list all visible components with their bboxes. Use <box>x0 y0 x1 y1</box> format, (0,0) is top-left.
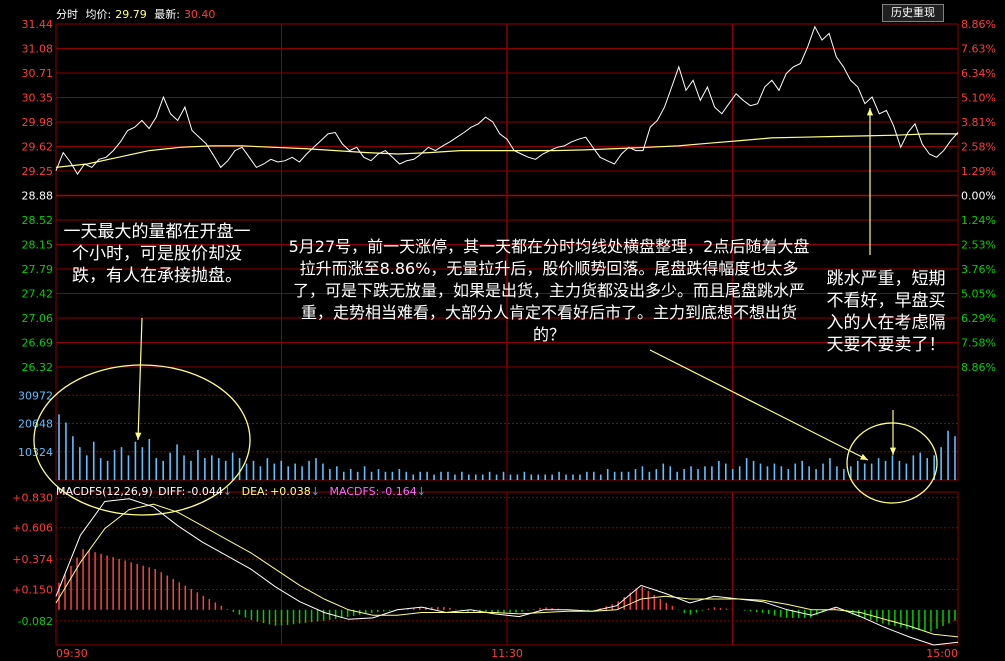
avg-value: 29.79 <box>115 8 147 21</box>
annotation-main: 5月27号，前一天涨停，其一天都在分时均线处横盘整理，2点后随着大盘拉升而涨至8… <box>288 237 810 344</box>
price-tick-label: 29.25 <box>22 165 54 178</box>
diff-value: -0.044 <box>187 485 223 498</box>
time-tick-label: 11:30 <box>491 647 523 660</box>
intraday-chart: 31.44 8.86% 31.08 7.63% 30.71 6.34% 30.35 5.10%… <box>0 0 1005 661</box>
macd-tick-label: +0.150 <box>12 583 53 596</box>
pct-tick-label: 0.00% <box>961 190 996 203</box>
price-tick-label: 30.35 <box>22 92 54 105</box>
macd-tick-label: -0.082 <box>18 615 53 628</box>
arrow-dive-volume-head <box>889 447 897 455</box>
last-value: 30.40 <box>183 8 216 21</box>
macd-tick-label: +0.374 <box>12 553 53 566</box>
avg-label: 均价: <box>85 8 112 21</box>
dea-down-icon: ↓ <box>310 485 320 498</box>
price-tick-label: 29.62 <box>22 141 54 154</box>
price-tick-label: 28.52 <box>22 214 54 227</box>
price-tick-label: 26.69 <box>22 337 54 350</box>
price-tick-label: 27.42 <box>22 288 54 301</box>
price-tick-label: 31.44 <box>22 18 54 31</box>
pct-tick-label: 2.53% <box>961 239 996 252</box>
dea-value: +0.038 <box>270 485 311 498</box>
pct-tick-label: 3.81% <box>961 116 996 129</box>
macdfs-label: MACDFS: <box>329 485 380 498</box>
pct-tick-label: 7.58% <box>961 337 996 350</box>
macdfs-down-icon: ↓ <box>416 485 426 498</box>
pct-tick-label: 1.24% <box>961 214 996 227</box>
price-tick-label: 28.88 <box>22 190 54 203</box>
pct-tick-label: 6.29% <box>961 312 996 325</box>
pct-tick-label: 2.58% <box>961 141 996 154</box>
last-label: 最新: <box>154 8 180 21</box>
annotation-dive: 跳水严重，短期不看好，早盘买入的人在考虑隔天要不要卖了！ <box>826 269 946 355</box>
price-tick-label: 30.71 <box>22 67 54 80</box>
diff-label: DIFF: <box>158 485 186 498</box>
pct-tick-label: 3.76% <box>961 263 996 276</box>
volume-tick-label: 30972 <box>18 389 53 402</box>
macd-tick-label: +0.830 <box>12 491 53 504</box>
price-tick-label: 27.06 <box>22 312 54 325</box>
arrow-dive-price-head <box>866 108 874 116</box>
pct-tick-label: 5.05% <box>961 288 996 301</box>
macd-header: MACDFS(12,26,9) DIFF: -0.044↓ DEA: +0.038↓… <box>56 485 432 498</box>
pct-tick-label: 1.29% <box>961 165 996 178</box>
price-tick-label: 29.98 <box>22 116 54 129</box>
diff-down-icon: ↓ <box>222 485 233 498</box>
pct-tick-label: 5.10% <box>961 92 996 105</box>
dea-label: DEA: <box>241 485 269 498</box>
price-tick-label: 26.32 <box>22 361 54 374</box>
time-tick-label: 09:30 <box>56 647 88 660</box>
price-tick-label: 28.15 <box>22 239 54 252</box>
pct-tick-label: 6.34% <box>961 67 996 80</box>
macdfs-value: -0.164 <box>381 485 417 498</box>
arrow-volume <box>137 317 143 441</box>
time-tick-label: 15:00 <box>926 647 958 660</box>
chart-header: 分时 均价: 29.79 最新: 30.40 <box>56 6 219 22</box>
history-replay-button[interactable]: 历史重现 <box>882 4 944 22</box>
annotation-volume: 一天最大的量都在开盘一个小时，可是股价却没跌，有人在承接抛盘。 <box>63 222 251 286</box>
pct-tick-label: 8.86% <box>961 361 996 374</box>
arrow-volume-head <box>135 432 142 440</box>
pct-tick-label: 7.63% <box>961 43 996 56</box>
macd-tick-label: +0.606 <box>12 522 53 535</box>
price-tick-label: 31.08 <box>22 43 54 56</box>
mode-label: 分时 <box>56 8 78 21</box>
pct-tick-label: 8.86% <box>961 18 996 31</box>
price-tick-label: 27.79 <box>22 263 54 276</box>
macd-name: MACDFS(12,26,9) <box>56 485 153 498</box>
